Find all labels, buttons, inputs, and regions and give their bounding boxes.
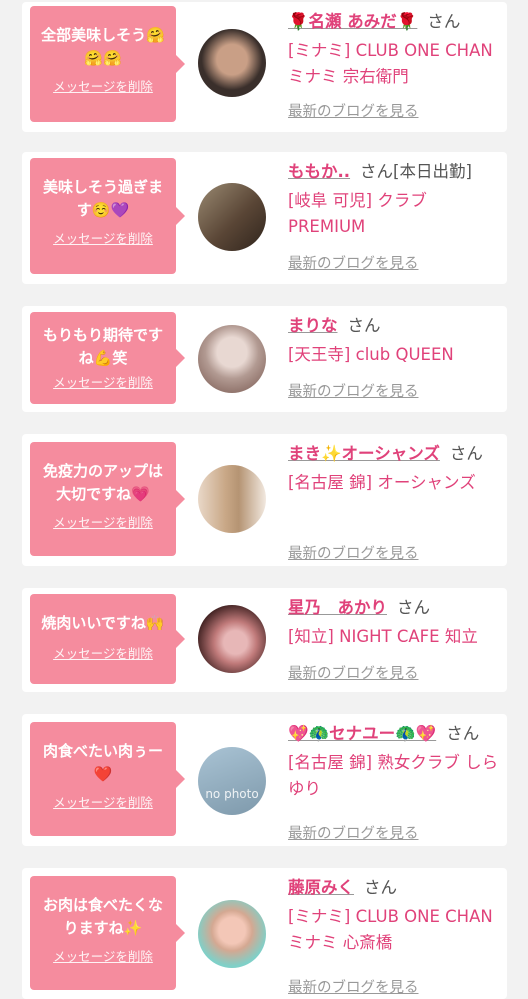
- avatar[interactable]: [198, 325, 266, 393]
- latest-blog-link[interactable]: 最新のブログを見る: [288, 662, 419, 683]
- no-photo-label: no photo: [205, 787, 259, 801]
- avatar[interactable]: [198, 183, 266, 251]
- shop-name: [ミナミ] CLUB ONE CHAN ミナミ 宗右衛門: [288, 41, 493, 86]
- delete-message-link[interactable]: メッセージを削除: [53, 946, 153, 965]
- sender-info: まき✨オーシャンズ さん [名古屋 錦] オーシャンズ 最新のブログを見る: [288, 442, 501, 562]
- message-bubble: 肉食べたい肉ぅー ❤️ メッセージを削除: [30, 722, 185, 836]
- delete-message-link[interactable]: メッセージを削除: [53, 228, 153, 247]
- shop-name: [名古屋 錦] 熟女クラブ しらゆり: [288, 753, 499, 798]
- message-card: もりもり期待です ね💪笑 メッセージを削除 まりな さん [天王寺] club Q…: [22, 306, 507, 412]
- sender-name-link[interactable]: 藤原みく: [288, 878, 354, 897]
- sender-name-link[interactable]: 💖🦚セナユー🦚💖: [288, 724, 436, 743]
- sender-info: 💖🦚セナユー🦚💖 さん [名古屋 錦] 熟女クラブ しらゆり 最新のブログを見る: [288, 722, 501, 842]
- message-bubble: お肉は食べたくな りますね✨ メッセージを削除: [30, 876, 185, 990]
- shop-name: [名古屋 錦] オーシャンズ: [288, 473, 476, 492]
- latest-blog-link[interactable]: 最新のブログを見る: [288, 976, 419, 997]
- message-text: 全部美味しそう🤗 🤗🤗: [41, 26, 165, 67]
- sender-name-link[interactable]: まりな: [288, 316, 338, 335]
- honorific: さん: [446, 724, 480, 743]
- message-text: 肉食べたい肉ぅー ❤️: [42, 742, 163, 783]
- honorific: さん: [347, 316, 381, 335]
- honorific: さん: [397, 598, 430, 617]
- shop-name: [知立] NIGHT CAFE 知立: [288, 627, 478, 646]
- delete-message-link[interactable]: メッセージを削除: [53, 372, 153, 391]
- message-text: 免疫力のアップは 大切ですね💗: [42, 462, 163, 503]
- sender-info: 星乃 あかり さん [知立] NIGHT CAFE 知立 最新のブログを見る: [288, 596, 501, 682]
- honorific: さん: [364, 878, 397, 897]
- shop-name: [岐阜 可児] クラブ PREMIUM: [288, 191, 427, 236]
- avatar[interactable]: [198, 465, 266, 533]
- message-text: 美味しそう過ぎま す☺️💜: [42, 178, 163, 219]
- sender-info: 🌹名瀬 あみだ🌹 さん [ミナミ] CLUB ONE CHAN ミナミ 宗右衛門 …: [288, 10, 501, 120]
- honorific: さん[本日出勤]: [360, 162, 472, 181]
- message-card: 免疫力のアップは 大切ですね💗 メッセージを削除 まき✨オーシャンズ さん [名古…: [22, 434, 507, 566]
- avatar[interactable]: [198, 900, 266, 968]
- sender-info: ももか.. さん[本日出勤] [岐阜 可児] クラブ PREMIUM 最新のブログ…: [288, 160, 501, 272]
- sender-info: 藤原みく さん [ミナミ] CLUB ONE CHAN ミナミ 心斎橋 最新のブロ…: [288, 876, 501, 996]
- sender-name-link[interactable]: まき✨オーシャンズ: [288, 444, 440, 463]
- message-text: お肉は食べたくな りますね✨: [42, 896, 163, 937]
- latest-blog-link[interactable]: 最新のブログを見る: [288, 252, 419, 273]
- latest-blog-link[interactable]: 最新のブログを見る: [288, 542, 419, 563]
- sender-name-link[interactable]: 🌹名瀬 あみだ🌹: [288, 12, 417, 31]
- message-bubble: もりもり期待です ね💪笑 メッセージを削除: [30, 312, 185, 404]
- message-bubble: 焼肉いいですね🙌 メッセージを削除: [30, 594, 185, 684]
- shop-name: [天王寺] club QUEEN: [288, 345, 454, 364]
- latest-blog-link[interactable]: 最新のブログを見る: [288, 100, 419, 121]
- avatar[interactable]: [198, 29, 266, 97]
- message-card: 焼肉いいですね🙌 メッセージを削除 星乃 あかり さん [知立] NIGHT CA…: [22, 588, 507, 692]
- avatar[interactable]: no photo: [198, 747, 266, 815]
- delete-message-link[interactable]: メッセージを削除: [53, 643, 153, 662]
- delete-message-link[interactable]: メッセージを削除: [53, 792, 153, 811]
- message-card: 美味しそう過ぎま す☺️💜 メッセージを削除 ももか.. さん[本日出勤] [岐阜…: [22, 152, 507, 284]
- message-bubble: 免疫力のアップは 大切ですね💗 メッセージを削除: [30, 442, 185, 556]
- sender-info: まりな さん [天王寺] club QUEEN 最新のブログを見る: [288, 314, 501, 400]
- honorific: さん: [427, 12, 461, 31]
- message-text: もりもり期待です ね💪笑: [42, 326, 163, 367]
- message-card: お肉は食べたくな りますね✨ メッセージを削除 藤原みく さん [ミナミ] CLU…: [22, 868, 507, 999]
- shop-name: [ミナミ] CLUB ONE CHAN ミナミ 心斎橋: [288, 907, 493, 952]
- message-card: 肉食べたい肉ぅー ❤️ メッセージを削除 no photo 💖🦚セナユー🦚💖 さん…: [22, 714, 507, 846]
- latest-blog-link[interactable]: 最新のブログを見る: [288, 380, 419, 401]
- latest-blog-link[interactable]: 最新のブログを見る: [288, 822, 419, 843]
- sender-name-link[interactable]: ももか..: [288, 162, 350, 181]
- avatar[interactable]: [198, 605, 266, 673]
- honorific: さん: [449, 444, 483, 463]
- message-bubble: 全部美味しそう🤗 🤗🤗 メッセージを削除: [30, 6, 185, 122]
- message-bubble: 美味しそう過ぎま す☺️💜 メッセージを削除: [30, 158, 185, 274]
- sender-name-link[interactable]: 星乃 あかり: [288, 598, 387, 617]
- delete-message-link[interactable]: メッセージを削除: [53, 512, 153, 531]
- message-text: 焼肉いいですね🙌: [41, 614, 165, 632]
- message-card: 全部美味しそう🤗 🤗🤗 メッセージを削除 🌹名瀬 あみだ🌹 さん [ミナミ] CL…: [22, 2, 507, 132]
- delete-message-link[interactable]: メッセージを削除: [53, 76, 153, 95]
